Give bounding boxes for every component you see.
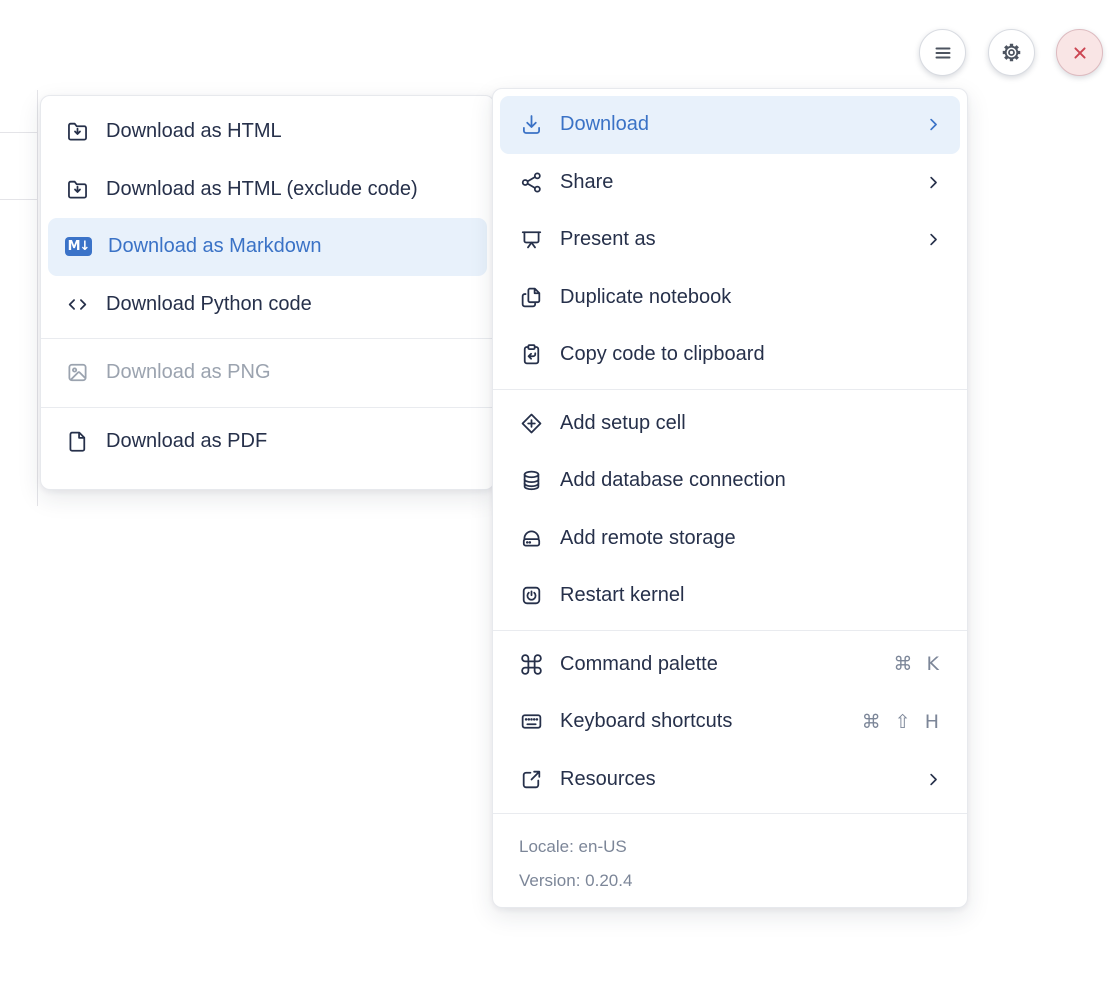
menu-item-label: Resources [560, 768, 908, 791]
menu-item-present-as[interactable]: Present as [493, 211, 967, 269]
page-divider-line [0, 132, 38, 133]
download-submenu: Download as HTML Download as HTML (exclu… [40, 95, 495, 490]
gear-icon [999, 40, 1024, 65]
close-icon [1069, 42, 1091, 64]
menu-item-command-palette[interactable]: Command palette ⌘ K [493, 636, 967, 694]
menu-item-download[interactable]: Download [500, 96, 960, 154]
duplicate-icon [519, 285, 544, 310]
menu-item-label: Add setup cell [560, 412, 943, 435]
keyboard-icon [519, 709, 544, 734]
menu-separator [493, 389, 967, 390]
menu-item-label: Keyboard shortcuts [560, 710, 846, 733]
menu-item-label: Add remote storage [560, 527, 943, 550]
menu-item-add-database-connection[interactable]: Add database connection [493, 452, 967, 510]
image-icon [65, 360, 90, 385]
folder-download-icon [65, 177, 90, 202]
presentation-icon [519, 227, 544, 252]
menu-item-keyboard-shortcuts[interactable]: Keyboard shortcuts ⌘ ⇧ H [493, 693, 967, 751]
shortcut-badge: ⌘ ⇧ H [862, 711, 943, 733]
database-icon [519, 468, 544, 493]
menu-item-label: Download as HTML [106, 120, 474, 143]
share-icon [519, 170, 544, 195]
settings-button[interactable] [988, 29, 1035, 76]
folder-download-icon [65, 119, 90, 144]
menu-item-copy-code-to-clipboard[interactable]: Copy code to clipboard [493, 326, 967, 384]
version-text: Version: 0.20.4 [519, 864, 941, 898]
locale-text: Locale: en-US [519, 830, 941, 864]
menu-item-download-as-html[interactable]: Download as HTML [41, 103, 494, 161]
clipboard-arrow-icon [519, 342, 544, 367]
menu-item-label: Download as PNG [106, 361, 474, 384]
menu-separator [493, 813, 967, 814]
chevron-right-icon [924, 230, 943, 249]
menu-item-label: Download as Markdown [108, 235, 474, 258]
menu-separator [41, 338, 494, 339]
chevron-right-icon [924, 770, 943, 789]
menu-footer: Locale: en-US Version: 0.20.4 [493, 819, 967, 898]
menu-item-share[interactable]: Share [493, 154, 967, 212]
menu-separator [493, 630, 967, 631]
chevron-right-icon [924, 115, 943, 134]
menu-item-label: Command palette [560, 653, 878, 676]
page-divider-line [37, 90, 38, 506]
chevron-right-icon [924, 173, 943, 192]
menu-item-label: Share [560, 171, 908, 194]
menu-item-resources[interactable]: Resources [493, 751, 967, 809]
menu-toggle-button[interactable] [919, 29, 966, 76]
diamond-plus-icon [519, 411, 544, 436]
menu-item-download-as-html-exclude-code[interactable]: Download as HTML (exclude code) [41, 161, 494, 219]
external-link-icon [519, 767, 544, 792]
menu-item-label: Restart kernel [560, 584, 943, 607]
shortcut-badge: ⌘ K [894, 653, 944, 675]
markdown-badge-icon: M↓ [65, 237, 92, 256]
power-icon [519, 583, 544, 608]
menu-item-restart-kernel[interactable]: Restart kernel [493, 567, 967, 625]
menu-item-label: Copy code to clipboard [560, 343, 943, 366]
menu-item-label: Download Python code [106, 293, 474, 316]
menu-item-duplicate-notebook[interactable]: Duplicate notebook [493, 269, 967, 327]
storage-drive-icon [519, 526, 544, 551]
menu-separator [41, 407, 494, 408]
menu-item-download-as-markdown[interactable]: M↓ Download as Markdown [48, 218, 487, 276]
menu-item-download-as-png: Download as PNG [41, 344, 494, 402]
menu-item-label: Download as PDF [106, 430, 474, 453]
download-icon [519, 112, 544, 137]
menu-item-label: Present as [560, 228, 908, 251]
menu-item-download-as-pdf[interactable]: Download as PDF [41, 413, 494, 471]
menu-item-label: Download as HTML (exclude code) [106, 178, 474, 201]
menu-item-label: Add database connection [560, 469, 943, 492]
code-icon [65, 292, 90, 317]
menu-item-add-remote-storage[interactable]: Add remote storage [493, 510, 967, 568]
menu-item-label: Duplicate notebook [560, 286, 943, 309]
close-button[interactable] [1056, 29, 1103, 76]
menu-item-add-setup-cell[interactable]: Add setup cell [493, 395, 967, 453]
menu-item-label: Download [560, 113, 908, 136]
command-icon [519, 652, 544, 677]
notebook-menu: Download Share Present as Duplicate note… [492, 88, 968, 908]
page-divider-line [0, 199, 38, 200]
hamburger-icon [931, 41, 955, 65]
menu-item-download-python-code[interactable]: Download Python code [41, 276, 494, 334]
file-icon [65, 429, 90, 454]
